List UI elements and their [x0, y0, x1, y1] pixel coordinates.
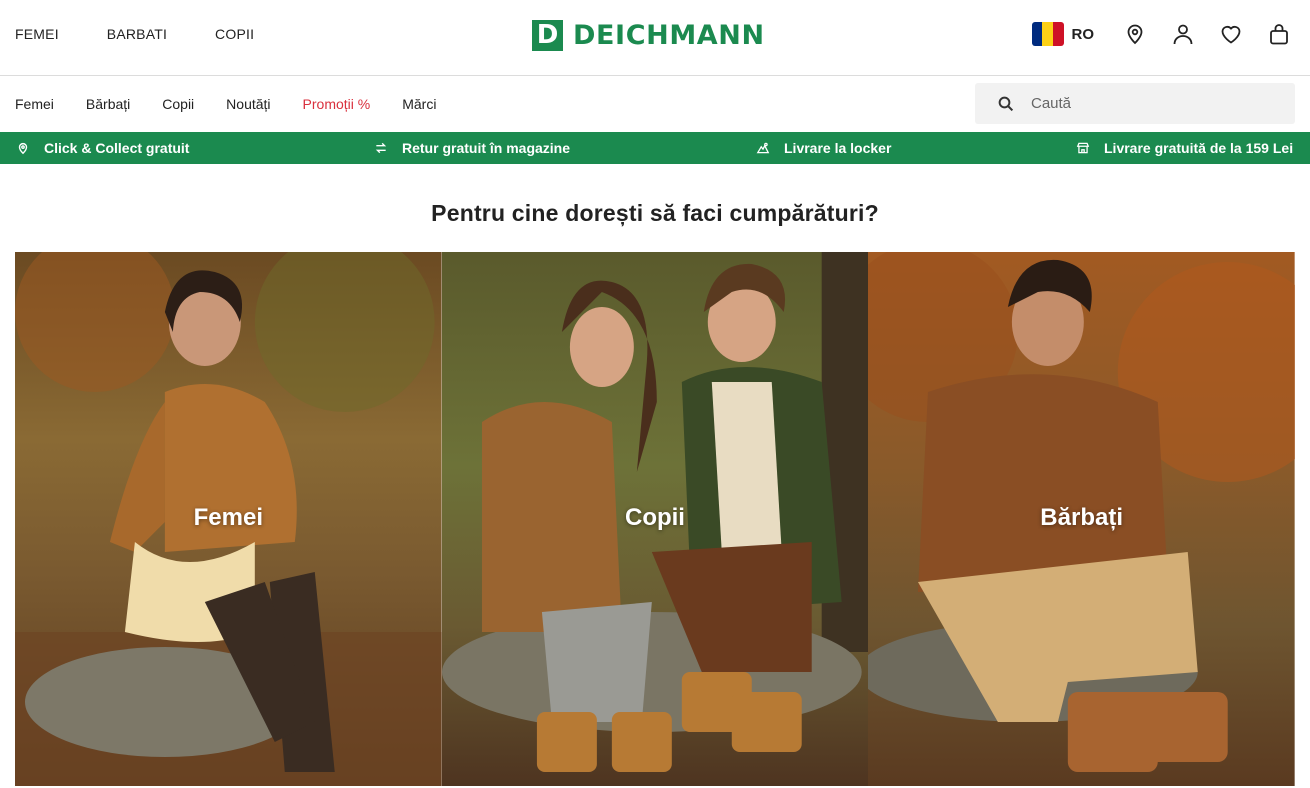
- header-actions: RO: [1031, 0, 1293, 68]
- wishlist-icon[interactable]: [1218, 21, 1244, 47]
- pin-icon: [18, 142, 28, 155]
- return-icon: [375, 142, 387, 154]
- search-input[interactable]: [1031, 95, 1281, 112]
- account-icon[interactable]: [1170, 21, 1196, 47]
- category-copii[interactable]: Copii: [162, 96, 194, 112]
- benefit-click-collect[interactable]: Click & Collect gratuit: [16, 132, 189, 164]
- category-nav: Femei Bărbați Copii Noutăți Promoții % M…: [15, 76, 436, 132]
- tile-label: Femei: [193, 504, 264, 531]
- search-box[interactable]: [975, 83, 1295, 124]
- romania-flag-icon: [1031, 22, 1064, 46]
- benefit-strip: Click & Collect gratuit Retur gratuit în…: [0, 132, 1310, 164]
- gender-nav-femei[interactable]: FEMEI: [15, 26, 59, 42]
- logo-text: DEICHMANN: [573, 19, 765, 51]
- section-title: Pentru cine dorești să faci cumpărături?: [431, 200, 879, 226]
- country-code: RO: [1071, 25, 1095, 43]
- store-icon: [1076, 142, 1090, 154]
- gender-nav: FEMEI BARBATI COPII: [15, 0, 254, 68]
- benefit-free-delivery[interactable]: Livrare gratuită de la 159 Lei: [1076, 132, 1293, 164]
- category-marci[interactable]: Mărci: [402, 96, 436, 112]
- tile-copii[interactable]: Copii: [441, 252, 869, 786]
- tile-barbati[interactable]: Bărbați: [868, 252, 1295, 786]
- benefit-label: Retur gratuit în magazine: [402, 140, 571, 156]
- benefit-locker[interactable]: Livrare la locker: [756, 132, 891, 164]
- category-noutati[interactable]: Noutăți: [226, 96, 270, 112]
- gender-nav-copii[interactable]: COPII: [215, 26, 254, 42]
- search-icon: [998, 96, 1014, 111]
- gender-nav-barbati[interactable]: BARBATI: [107, 26, 167, 42]
- benefit-label: Livrare gratuită de la 159 Lei: [1104, 140, 1294, 156]
- benefit-label: Livrare la locker: [784, 140, 892, 156]
- tile-label: Copii: [624, 504, 685, 531]
- tile-label: Bărbați: [1040, 504, 1123, 531]
- tile-femei[interactable]: Femei: [15, 252, 442, 786]
- benefit-free-return[interactable]: Retur gratuit în magazine: [374, 132, 570, 164]
- locker-icon: [756, 142, 770, 154]
- location-icon[interactable]: [1122, 21, 1148, 47]
- category-promotii[interactable]: Promoții %: [303, 96, 371, 112]
- category-bar: Femei Bărbați Copii Noutăți Promoții % M…: [0, 76, 1310, 132]
- category-tiles: Femei Copii Bărbați: [15, 252, 1295, 786]
- category-femei[interactable]: Femei: [15, 96, 54, 112]
- cart-icon[interactable]: [1266, 21, 1292, 47]
- benefit-label: Click & Collect gratuit: [44, 140, 190, 156]
- deichmann-logo[interactable]: D DEICHMANN: [532, 19, 765, 51]
- top-header: FEMEI BARBATI COPII D DEICHMANN RO: [0, 0, 1310, 76]
- country-selector[interactable]: RO: [1031, 22, 1095, 46]
- category-barbati[interactable]: Bărbați: [86, 96, 130, 112]
- logo-mark: D: [532, 19, 563, 51]
